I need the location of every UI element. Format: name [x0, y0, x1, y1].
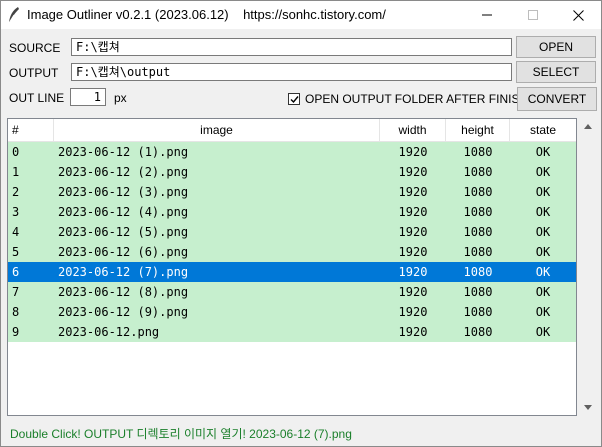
- row-state: OK: [535, 265, 551, 279]
- minimize-icon: [482, 14, 492, 16]
- row-width: 1920: [398, 325, 428, 339]
- row-height: 1080: [463, 285, 493, 299]
- maximize-button[interactable]: [510, 1, 556, 29]
- table-body: 0 2023-06-12 (1).png 1920 1080 OK 1 2023-06-12…: [8, 142, 576, 342]
- scroll-up-button[interactable]: [579, 118, 596, 135]
- column-header-number[interactable]: #: [8, 119, 54, 141]
- row-image-name: 2023-06-12 (3).png: [58, 185, 189, 199]
- output-input[interactable]: F:\캡쳐\output: [71, 63, 512, 81]
- row-number: 6: [12, 265, 20, 279]
- table-row[interactable]: 1 2023-06-12 (2).png 1920 1080 OK: [8, 162, 576, 182]
- window-title: Image Outliner v0.2.1 (2023.06.12) https…: [27, 7, 386, 22]
- row-state: OK: [535, 305, 551, 319]
- row-image-name: 2023-06-12 (1).png: [58, 145, 189, 159]
- row-height: 1080: [463, 225, 493, 239]
- row-state: OK: [535, 205, 551, 219]
- close-button[interactable]: [555, 1, 601, 29]
- row-number: 5: [12, 245, 20, 259]
- row-image-name: 2023-06-12 (6).png: [58, 245, 189, 259]
- image-table[interactable]: # image width height state 0 2023-06-12 (…: [7, 118, 577, 416]
- open-button[interactable]: OPEN: [516, 36, 596, 58]
- row-number: 2: [12, 185, 20, 199]
- row-width: 1920: [398, 285, 428, 299]
- column-header-state[interactable]: state: [510, 119, 576, 141]
- output-label: OUTPUT: [9, 66, 59, 80]
- row-height: 1080: [463, 145, 493, 159]
- row-image-name: 2023-06-12 (2).png: [58, 165, 189, 179]
- row-state: OK: [535, 225, 551, 239]
- row-state: OK: [535, 185, 551, 199]
- row-width: 1920: [398, 205, 428, 219]
- row-width: 1920: [398, 265, 428, 279]
- title-bar[interactable]: Image Outliner v0.2.1 (2023.06.12) https…: [1, 1, 601, 29]
- table-row[interactable]: 9 2023-06-12.png 1920 1080 OK: [8, 322, 576, 342]
- row-width: 1920: [398, 165, 428, 179]
- row-image-name: 2023-06-12 (8).png: [58, 285, 189, 299]
- row-height: 1080: [463, 205, 493, 219]
- row-height: 1080: [463, 185, 493, 199]
- row-width: 1920: [398, 305, 428, 319]
- table-row[interactable]: 2 2023-06-12 (3).png 1920 1080 OK: [8, 182, 576, 202]
- row-height: 1080: [463, 245, 493, 259]
- convert-button[interactable]: CONVERT: [517, 87, 597, 111]
- column-header-image[interactable]: image: [54, 119, 380, 141]
- row-image-name: 2023-06-12 (9).png: [58, 305, 189, 319]
- row-height: 1080: [463, 265, 493, 279]
- row-number: 7: [12, 285, 20, 299]
- row-width: 1920: [398, 145, 428, 159]
- scroll-down-button[interactable]: [579, 399, 596, 416]
- row-width: 1920: [398, 185, 428, 199]
- table-row[interactable]: 8 2023-06-12 (9).png 1920 1080 OK: [8, 302, 576, 322]
- check-icon: [290, 95, 299, 103]
- source-input[interactable]: F:\캡쳐: [71, 38, 512, 56]
- row-state: OK: [535, 325, 551, 339]
- row-number: 8: [12, 305, 20, 319]
- source-label: SOURCE: [9, 41, 61, 55]
- row-state: OK: [535, 165, 551, 179]
- chevron-down-icon: [583, 405, 592, 410]
- row-width: 1920: [398, 225, 428, 239]
- row-height: 1080: [463, 305, 493, 319]
- column-header-height[interactable]: height: [446, 119, 510, 141]
- row-height: 1080: [463, 165, 493, 179]
- vertical-scrollbar[interactable]: [579, 118, 596, 416]
- outline-unit-label: px: [114, 91, 127, 105]
- outline-label: OUT LINE: [9, 91, 65, 105]
- table-row[interactable]: 7 2023-06-12 (8).png 1920 1080 OK: [8, 282, 576, 302]
- row-image-name: 2023-06-12 (4).png: [58, 205, 189, 219]
- row-state: OK: [535, 285, 551, 299]
- outline-width-input[interactable]: 1: [70, 88, 106, 106]
- table-row[interactable]: 6 2023-06-12 (7).png 1920 1080 OK: [8, 262, 576, 282]
- app-window: Image Outliner v0.2.1 (2023.06.12) https…: [0, 0, 602, 447]
- row-image-name: 2023-06-12 (7).png: [58, 265, 189, 279]
- table-row[interactable]: 4 2023-06-12 (5).png 1920 1080 OK: [8, 222, 576, 242]
- row-state: OK: [535, 245, 551, 259]
- open-folder-checkbox[interactable]: [288, 93, 300, 105]
- row-number: 9: [12, 325, 20, 339]
- close-icon: [572, 9, 584, 21]
- table-row[interactable]: 5 2023-06-12 (6).png 1920 1080 OK: [8, 242, 576, 262]
- status-message: Double Click! OUTPUT 디렉토리 이미지 열기! 2023-0…: [10, 427, 352, 441]
- table-row[interactable]: 3 2023-06-12 (4).png 1920 1080 OK: [8, 202, 576, 222]
- select-button[interactable]: SELECT: [516, 61, 596, 83]
- row-state: OK: [535, 145, 551, 159]
- row-image-name: 2023-06-12 (5).png: [58, 225, 189, 239]
- row-number: 0: [12, 145, 20, 159]
- row-number: 4: [12, 225, 20, 239]
- row-image-name: 2023-06-12.png: [58, 325, 160, 339]
- row-number: 3: [12, 205, 20, 219]
- chevron-up-icon: [583, 124, 592, 129]
- feather-quill-icon: [8, 7, 19, 24]
- table-row[interactable]: 0 2023-06-12 (1).png 1920 1080 OK: [8, 142, 576, 162]
- table-header: # image width height state: [8, 119, 576, 142]
- maximize-icon: [528, 10, 538, 20]
- row-number: 1: [12, 165, 20, 179]
- open-folder-label: OPEN OUTPUT FOLDER AFTER FINISH: [305, 92, 529, 106]
- minimize-button[interactable]: [464, 1, 510, 29]
- row-width: 1920: [398, 245, 428, 259]
- row-height: 1080: [463, 325, 493, 339]
- column-header-width[interactable]: width: [380, 119, 446, 141]
